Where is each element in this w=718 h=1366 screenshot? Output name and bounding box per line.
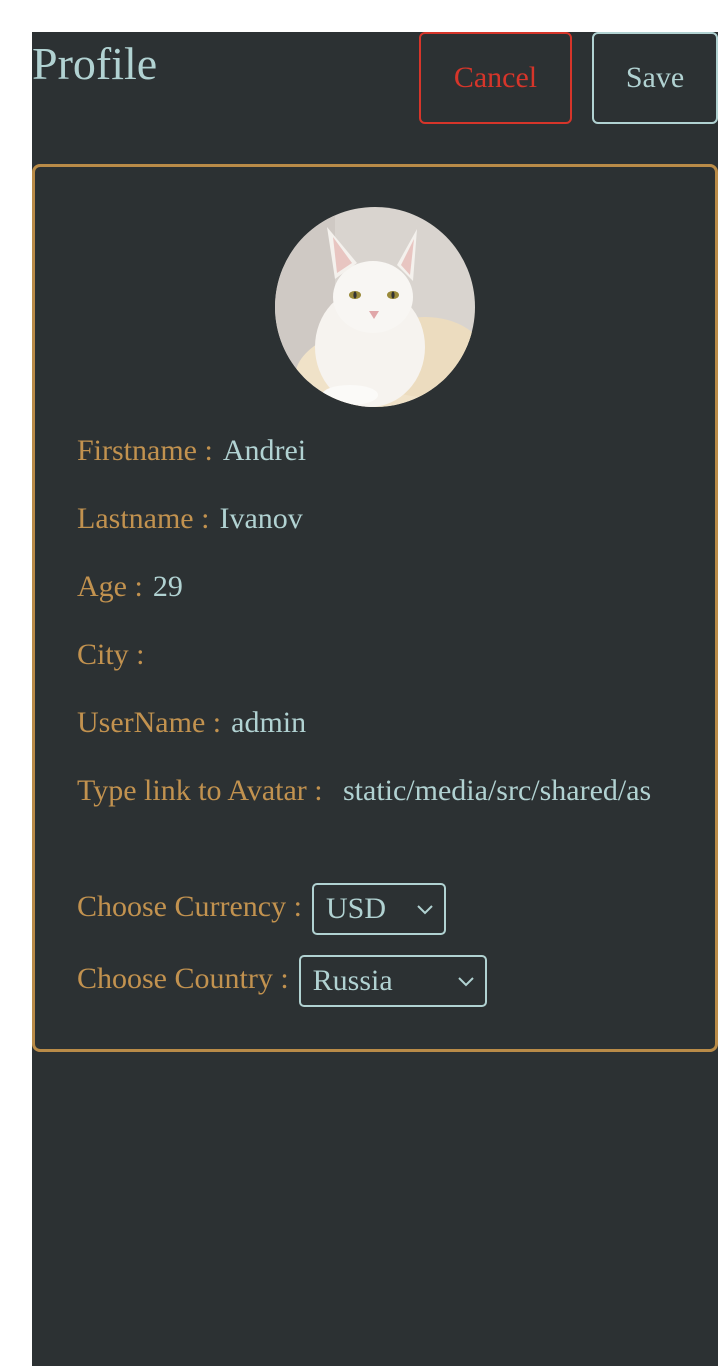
avatar-link-row: Type link to Avatar : static/media/src/s… — [77, 767, 679, 815]
cancel-button[interactable]: Cancel — [419, 32, 572, 124]
profile-page: Profile Cancel Save Firstname: Andrei L… — [32, 32, 718, 1366]
age-value[interactable]: 29 — [153, 570, 183, 603]
chevron-down-icon — [457, 977, 474, 987]
city-row: City : — [77, 635, 155, 675]
firstname-row: Firstname : Andrei — [77, 431, 306, 471]
age-row: Age : 29 — [77, 567, 183, 607]
currency-select[interactable]: USD — [311, 883, 446, 935]
page-title: Profile — [32, 38, 158, 89]
currency-row: Choose Currency : USD — [77, 883, 446, 935]
country-select[interactable]: Russia — [298, 955, 487, 1007]
currency-label: Choose Currency : — [77, 889, 302, 923]
lastname-row: Lastname : Ivanov — [77, 499, 303, 539]
username-label: UserName : — [77, 706, 222, 739]
avatar-link-label: Type link to Avatar : — [77, 774, 323, 807]
username-row: UserName : admin — [77, 703, 306, 743]
avatar — [275, 207, 475, 407]
currency-selected-value: USD — [325, 892, 386, 925]
save-button[interactable]: Save — [592, 32, 718, 124]
firstname-value[interactable]: Andrei — [223, 434, 306, 467]
country-selected-value: Russia — [312, 964, 393, 997]
cat-avatar-photo — [275, 207, 475, 407]
username-value[interactable]: admin — [231, 706, 306, 739]
city-label: City : — [77, 638, 145, 671]
firstname-label: Firstname : — [77, 434, 213, 467]
country-row: Choose Country : Russia — [77, 955, 487, 1007]
profile-card: Firstname : Andrei Lastname : Ivanov Age :… — [32, 164, 718, 1052]
avatar-link-input[interactable]: static/media/src/shared/as — [343, 767, 679, 815]
age-label: Age : — [77, 570, 143, 603]
country-label: Choose Country : — [77, 961, 289, 995]
lastname-label: Lastname : — [77, 502, 210, 535]
lastname-value[interactable]: Ivanov — [219, 502, 302, 535]
chevron-down-icon — [417, 905, 433, 915]
